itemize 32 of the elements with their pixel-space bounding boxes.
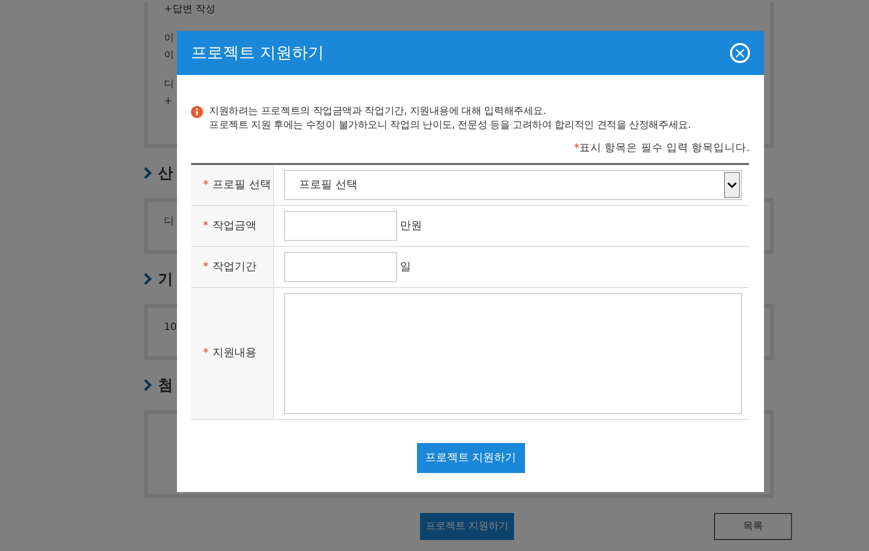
close-button[interactable]: × xyxy=(730,43,750,63)
text-line: 이 xyxy=(164,49,174,63)
section-heading: 산 xyxy=(158,162,173,184)
textarea-field[interactable] xyxy=(284,292,742,414)
input-field[interactable] xyxy=(284,252,397,282)
section-heading: 첨 xyxy=(158,374,173,396)
text-line: 디 xyxy=(164,78,174,92)
text-line: 10 xyxy=(164,321,177,335)
input-field[interactable] xyxy=(284,210,397,241)
info-icon xyxy=(191,106,203,118)
unit-label: 만원 xyxy=(400,218,422,234)
text-line: 디 xyxy=(164,215,174,229)
field-label: * 작업기간 xyxy=(203,258,256,274)
chevron-icon xyxy=(144,167,152,179)
profile-select[interactable]: 프로필 선택 xyxy=(284,170,742,200)
notice-text: 지원하려는 프로젝트의 작업금액과 작업기간, 지원내용에 대해 입력해주세요. 프로젝트 지원 후에는 수정이 불가하오니 작업의 난이도, 전문성 등을 고려하여 합리적인 견적을 산정해주세요. xyxy=(209,105,691,133)
apply-button[interactable]: 프로젝트 지원하기 xyxy=(420,513,514,540)
submit-button[interactable]: 프로젝트 지원하기 xyxy=(416,442,524,473)
text-line: + xyxy=(164,95,172,109)
unit-label: 일 xyxy=(400,258,411,274)
required-note: *표시 항목은 필수 입력 항목입니다. xyxy=(574,142,750,154)
chevron-icon xyxy=(144,379,152,391)
text-line: 이 xyxy=(164,32,174,46)
field-label: * 프로필 선택 xyxy=(203,176,271,192)
section-heading: 기 xyxy=(158,268,173,290)
modal-title: 프로젝트 지원하기 xyxy=(191,42,324,64)
field-label: * 작업금액 xyxy=(203,218,256,234)
field-label: * 지원내용 xyxy=(203,345,256,361)
text-line: +답변 작성 xyxy=(164,3,216,17)
list-button[interactable]: 목록 xyxy=(714,513,792,540)
chevron-icon xyxy=(144,273,152,285)
caret-icon xyxy=(727,182,737,188)
